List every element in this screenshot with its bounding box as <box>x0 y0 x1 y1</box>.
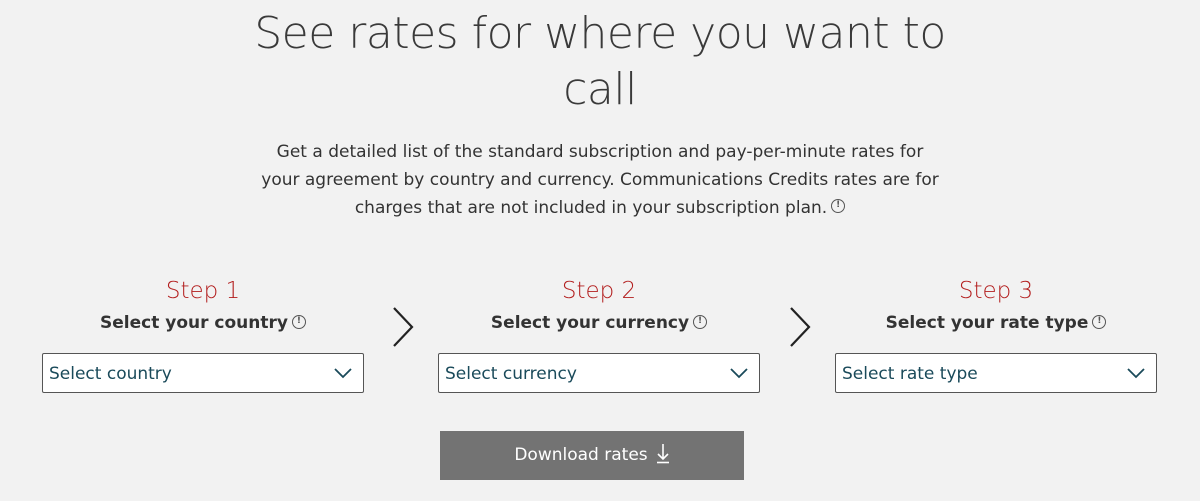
page-title: See rates for where you want to call <box>0 6 1200 118</box>
step-heading-text: Select your currency <box>490 313 690 333</box>
rate-type-select[interactable]: Select rate type <box>835 353 1157 393</box>
arrow-down-icon <box>656 444 669 464</box>
currency-select[interactable]: Select currency <box>438 353 760 393</box>
step-heading-text: Select your rate type <box>885 313 1089 333</box>
info-icon[interactable]: ! <box>693 315 708 329</box>
country-select-value: Select country <box>49 364 172 384</box>
intro-text: Get a detailed list of the standard subs… <box>0 138 1200 222</box>
chevron-down-icon <box>1127 368 1145 379</box>
step-country: Step 1 Select your country! Select count… <box>42 276 364 393</box>
intro-line-2: your agreement by country and currency. … <box>261 170 939 190</box>
chevron-right-icon <box>393 307 414 347</box>
info-icon[interactable]: ! <box>1092 315 1107 329</box>
step-label: Step 2 <box>561 278 637 304</box>
chevron-down-icon <box>730 368 748 379</box>
chevron-right-icon <box>790 307 811 347</box>
rates-page: See rates for where you want to call Get… <box>0 0 1200 501</box>
step-heading-currency: Select your currency! <box>438 312 760 334</box>
intro-line-1: Get a detailed list of the standard subs… <box>276 142 924 162</box>
step-heading-text: Select your country <box>100 313 288 333</box>
intro-line-3: charges that are not included in your su… <box>354 198 828 218</box>
download-rates-label: Download rates <box>514 445 648 465</box>
info-icon[interactable]: ! <box>831 199 846 213</box>
step-rate-type: Step 3 Select your rate type! Select rat… <box>835 276 1157 393</box>
country-select[interactable]: Select country <box>42 353 364 393</box>
currency-select-value: Select currency <box>445 364 577 384</box>
intro-line-3-wrap: charges that are not included in your su… <box>0 194 1200 222</box>
chevron-down-icon <box>334 368 352 379</box>
step-label: Step 1 <box>165 278 241 304</box>
step-heading-rate-type: Select your rate type! <box>835 312 1157 334</box>
step-heading-country: Select your country! <box>42 312 364 334</box>
step-currency: Step 2 Select your currency! Select curr… <box>438 276 760 393</box>
rate-type-select-value: Select rate type <box>842 364 978 384</box>
page-title-line-2: call <box>563 64 637 115</box>
info-icon[interactable]: ! <box>291 315 306 329</box>
download-rates-button[interactable]: Download rates <box>440 431 744 480</box>
page-title-line-1: See rates for where you want to <box>254 8 946 59</box>
step-label: Step 3 <box>958 278 1034 304</box>
